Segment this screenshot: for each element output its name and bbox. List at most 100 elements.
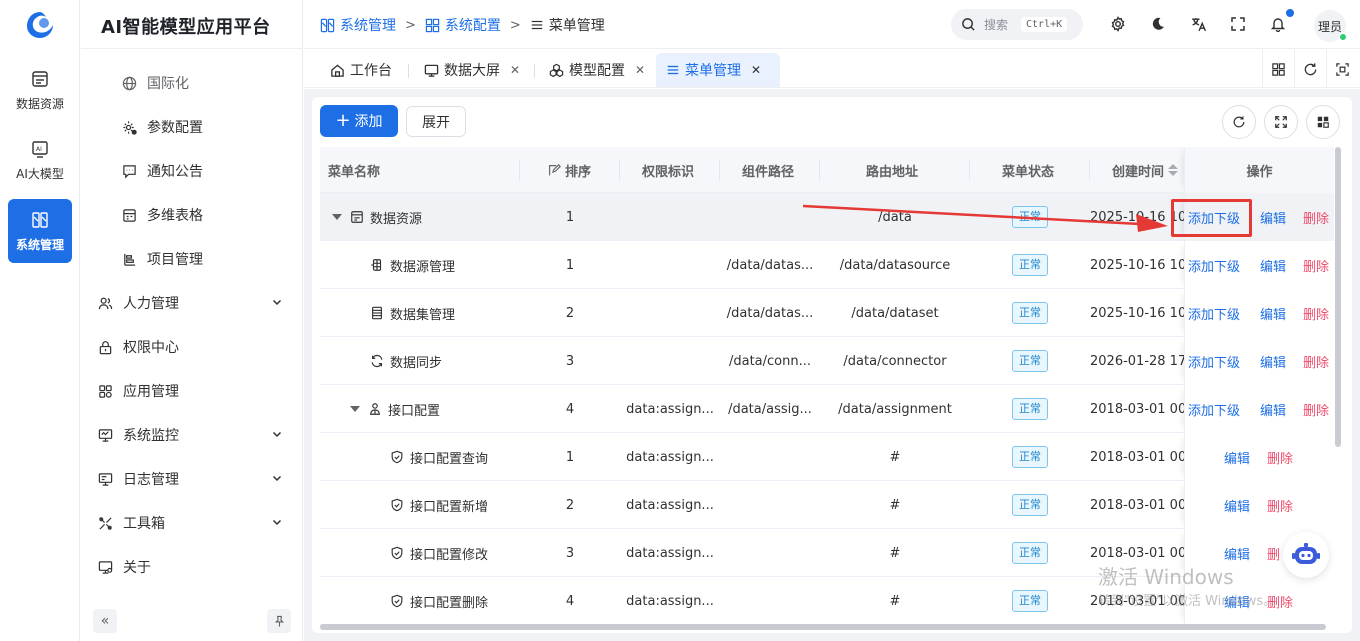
submenu-item-table[interactable]: 多维表格 [81, 193, 303, 237]
delete-link[interactable]: 删除 [1267, 448, 1293, 467]
status-badge: 正常 [1012, 590, 1048, 612]
vertical-scrollbar[interactable] [1334, 147, 1342, 447]
delete-link[interactable]: 删 [1267, 544, 1280, 563]
tab-workbench[interactable]: 工作台 [320, 53, 402, 87]
delete-link[interactable]: 删除 [1303, 256, 1329, 275]
tools-icon [97, 515, 113, 531]
table-row[interactable]: 数据集管理 2/data/datas... /data/dataset 正常 2025-… [320, 289, 1334, 337]
moon-icon[interactable] [1149, 15, 1167, 33]
sort-caret-icon[interactable] [1168, 164, 1179, 176]
close-icon[interactable]: ✕ [751, 63, 761, 77]
tab-maximize-button[interactable] [1326, 50, 1358, 88]
cell-permission: data:assign... [626, 497, 714, 513]
submenu-group-logs[interactable]: 日志管理 [81, 457, 303, 501]
logo-icon[interactable] [24, 10, 56, 40]
tab-menu-management[interactable]: 菜单管理 ✕ [656, 53, 780, 87]
submenu-group-label: 应用管理 [123, 384, 179, 400]
assistant-bot-button[interactable] [1283, 532, 1329, 578]
tab-data-screen[interactable]: 数据大屏 ✕ [414, 53, 530, 87]
scrollbar-thumb[interactable] [320, 624, 1326, 630]
scrollbar-thumb[interactable] [1335, 147, 1341, 447]
breadcrumb-item[interactable]: 系统管理 [320, 15, 396, 35]
tab-layout-button[interactable] [1262, 50, 1294, 88]
column-settings-button[interactable] [1306, 105, 1340, 139]
table-row[interactable]: 数据源管理 1/data/datas... /data/datasource 正常 20… [320, 241, 1334, 289]
add-child-link[interactable]: 添加下级 [1188, 256, 1240, 275]
edit-link[interactable]: 编辑 [1224, 496, 1250, 515]
system-icon [30, 210, 50, 230]
refresh-icon [1304, 62, 1317, 75]
menu-icon [667, 65, 679, 75]
menu-icon [531, 20, 543, 30]
collapse-sidebar-button[interactable]: « [93, 609, 117, 633]
fullscreen-button[interactable] [1264, 105, 1298, 139]
submenu-group-toolbox[interactable]: 工具箱 [81, 501, 303, 545]
settings-icon[interactable] [1109, 15, 1127, 33]
search-box[interactable]: 搜索 Ctrl+K [951, 9, 1083, 40]
edit-link[interactable]: 编辑 [1260, 352, 1286, 371]
refresh-button[interactable] [1222, 105, 1256, 139]
delete-link[interactable]: 删除 [1303, 208, 1329, 227]
edit-link[interactable]: 编辑 [1224, 544, 1250, 563]
bell-icon[interactable] [1269, 15, 1287, 33]
add-child-link[interactable]: 添加下级 [1188, 400, 1240, 419]
submenu-group-monitor[interactable]: 系统监控 [81, 413, 303, 457]
edit-link[interactable]: 编辑 [1260, 208, 1286, 227]
edit-link[interactable]: 编辑 [1260, 256, 1286, 275]
table-row[interactable]: 接口配置查询 1 data:assign... # 正常 2018-03-01 00 编辑删… [320, 433, 1334, 481]
add-button[interactable]: + 添加 [320, 105, 398, 137]
tab-bar: 工作台 数据大屏 ✕ 模型配置 ✕ 菜单管理 ✕ [304, 50, 1360, 88]
settings-icon [121, 119, 137, 135]
translate-icon[interactable] [1189, 15, 1207, 33]
expand-caret-icon[interactable] [332, 214, 342, 220]
close-icon[interactable]: ✕ [510, 63, 520, 77]
cell-menu-name: 接口配置删除 [390, 577, 520, 625]
submenu-item-i18n[interactable]: 国际化 [81, 61, 303, 105]
add-child-link[interactable]: 添加下级 [1188, 304, 1240, 323]
column-header-status[interactable]: 菜单状态 [1002, 147, 1054, 193]
pin-sidebar-button[interactable] [267, 609, 291, 633]
column-header-permission[interactable]: 权限标识 [642, 147, 694, 193]
close-icon[interactable]: ✕ [635, 63, 645, 77]
dataset-icon [370, 306, 384, 320]
submenu-group-hr[interactable]: 人力管理 [81, 281, 303, 325]
submenu-group-permission[interactable]: 权限中心 [81, 325, 303, 369]
edit-link[interactable]: 编辑 [1260, 400, 1286, 419]
delete-link[interactable]: 删除 [1303, 400, 1329, 419]
ai-icon: AI [30, 139, 50, 159]
edit-link[interactable]: 编辑 [1260, 304, 1286, 323]
submenu-item-notice[interactable]: 通知公告 [81, 149, 303, 193]
delete-link[interactable]: 删除 [1303, 304, 1329, 323]
column-header-sort[interactable]: 排序 [548, 147, 591, 193]
column-header-route[interactable]: 路由地址 [866, 147, 918, 193]
column-header-name[interactable]: 菜单名称 [328, 147, 380, 193]
submenu-group-about[interactable]: 关于 [81, 545, 303, 589]
table-row[interactable]: 接口配置新增 2 data:assign... # 正常 2018-03-01 00 编辑删… [320, 481, 1334, 529]
submenu-item-params[interactable]: 参数配置 [81, 105, 303, 149]
expand-caret-icon[interactable] [350, 406, 360, 412]
cell-actions: 编辑 删除 [1184, 433, 1334, 481]
submenu-item-project[interactable]: 项目管理 [81, 237, 303, 281]
cell-status: 正常 [970, 241, 1090, 289]
table-row[interactable]: 接口配置 4 data:assign... /data/assig... /data/a… [320, 385, 1334, 433]
rail-item-data-resource[interactable]: 数据资源 [8, 58, 72, 122]
expand-button[interactable]: 展开 [406, 106, 466, 137]
delete-link[interactable]: 删除 [1267, 496, 1293, 515]
tab-model-config[interactable]: 模型配置 ✕ [539, 53, 655, 87]
tab-refresh-button[interactable] [1294, 50, 1326, 88]
fullscreen-icon[interactable] [1229, 15, 1247, 33]
rail-item-system[interactable]: 系统管理 [8, 199, 72, 263]
delete-link[interactable]: 删除 [1303, 352, 1329, 371]
column-header-created[interactable]: 创建时间 [1112, 147, 1179, 193]
rail-item-label: 系统管理 [15, 237, 64, 252]
horizontal-scrollbar[interactable] [320, 623, 1334, 631]
status-badge: 正常 [1012, 398, 1048, 420]
table-row[interactable]: 数据同步 3/data/conn... /data/connector 正常 2026-… [320, 337, 1334, 385]
add-child-link[interactable]: 添加下级 [1188, 352, 1240, 371]
breadcrumb-item[interactable]: 系统配置 [425, 15, 501, 35]
column-header-component[interactable]: 组件路径 [742, 147, 794, 193]
rail-item-ai-model[interactable]: AI AI大模型 [8, 128, 72, 192]
tab-separator [534, 64, 535, 78]
submenu-group-apps[interactable]: 应用管理 [81, 369, 303, 413]
edit-link[interactable]: 编辑 [1224, 448, 1250, 467]
